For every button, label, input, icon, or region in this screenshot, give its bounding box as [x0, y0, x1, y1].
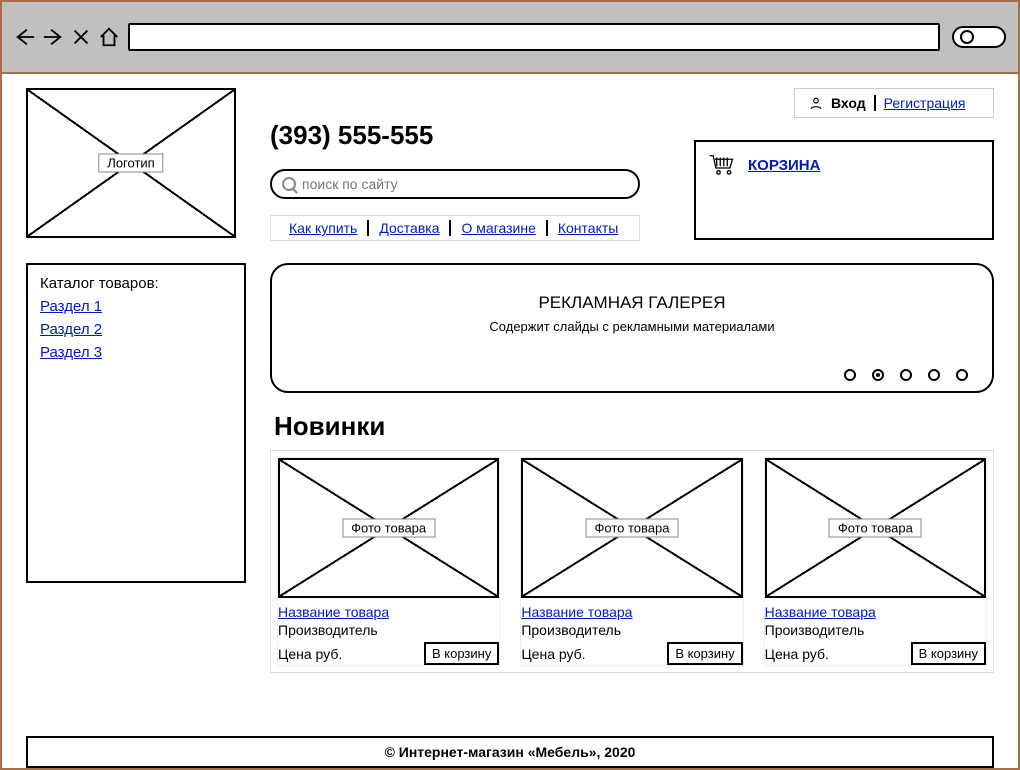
catalog-section-3[interactable]: Раздел 3 [40, 344, 232, 361]
link-about[interactable]: О магазине [451, 220, 545, 236]
gallery-dot-4[interactable] [928, 369, 940, 381]
logo-placeholder: Логотип [26, 88, 236, 238]
product-card: Фото товара Название товара Производител… [764, 457, 987, 666]
product-card: Фото товара Название товара Производител… [520, 457, 743, 666]
catalog-title: Каталог товаров: [40, 275, 232, 292]
product-price: Цена руб. [278, 646, 342, 662]
auth-box: Вход Регистрация [794, 88, 994, 118]
catalog-section-2[interactable]: Раздел 2 [40, 321, 232, 338]
link-contacts[interactable]: Контакты [548, 220, 628, 236]
footer: © Интернет-магазин «Мебель», 2020 [26, 736, 994, 768]
product-card: Фото товара Название товара Производител… [277, 457, 500, 666]
product-maker: Производитель [521, 622, 742, 638]
user-icon [809, 96, 823, 110]
photo-label: Фото товара [586, 519, 679, 538]
link-delivery[interactable]: Доставка [369, 220, 449, 236]
site-search[interactable] [270, 169, 640, 199]
forward-icon[interactable] [42, 26, 64, 48]
home-icon[interactable] [98, 26, 120, 48]
photo-label: Фото товара [342, 519, 435, 538]
product-price: Цена руб. [765, 646, 829, 662]
add-to-cart-button[interactable]: В корзину [424, 642, 499, 665]
stop-icon[interactable] [70, 26, 92, 48]
cart-box[interactable]: КОРЗИНА [694, 140, 994, 240]
product-photo-placeholder[interactable]: Фото товара [278, 458, 499, 598]
new-items-heading: Новинки [274, 411, 994, 442]
add-to-cart-button[interactable]: В корзину [667, 642, 742, 665]
phone-number: (393) 555-555 [270, 120, 670, 151]
search-input[interactable] [302, 176, 628, 192]
gallery-dots [844, 369, 968, 381]
gallery-dot-5[interactable] [956, 369, 968, 381]
cart-link[interactable]: КОРЗИНА [748, 157, 820, 174]
catalog-section-1[interactable]: Раздел 1 [40, 298, 232, 315]
gallery-subtitle: Содержит слайды с рекламными материалами [272, 319, 992, 334]
search-icon [282, 177, 296, 191]
promo-gallery: РЕКЛАМНАЯ ГАЛЕРЕЯ Содержит слайды с рекл… [270, 263, 994, 393]
info-nav: Как купить Доставка О магазине Контакты [270, 215, 640, 241]
product-name-link[interactable]: Название товара [765, 604, 986, 620]
cart-icon [708, 154, 736, 176]
login-link[interactable]: Вход [831, 95, 866, 111]
browser-search[interactable] [952, 26, 1006, 48]
gallery-title: РЕКЛАМНАЯ ГАЛЕРЕЯ [272, 293, 992, 313]
catalog-sidebar: Каталог товаров: Раздел 1 Раздел 2 Разде… [26, 263, 246, 583]
url-bar[interactable] [128, 23, 940, 51]
product-name-link[interactable]: Название товара [278, 604, 499, 620]
product-photo-placeholder[interactable]: Фото товара [765, 458, 986, 598]
back-icon[interactable] [14, 26, 36, 48]
photo-label: Фото товара [829, 519, 922, 538]
register-link[interactable]: Регистрация [884, 95, 966, 111]
product-maker: Производитель [765, 622, 986, 638]
gallery-dot-1[interactable] [844, 369, 856, 381]
add-to-cart-button[interactable]: В корзину [911, 642, 986, 665]
product-photo-placeholder[interactable]: Фото товара [521, 458, 742, 598]
product-maker: Производитель [278, 622, 499, 638]
browser-chrome [2, 2, 1018, 74]
gallery-dot-2[interactable] [872, 369, 884, 381]
product-grid: Фото товара Название товара Производител… [270, 450, 994, 673]
gallery-dot-3[interactable] [900, 369, 912, 381]
logo-label: Логотип [98, 154, 163, 173]
link-how-to-buy[interactable]: Как купить [279, 220, 367, 236]
product-price: Цена руб. [521, 646, 585, 662]
product-name-link[interactable]: Название товара [521, 604, 742, 620]
